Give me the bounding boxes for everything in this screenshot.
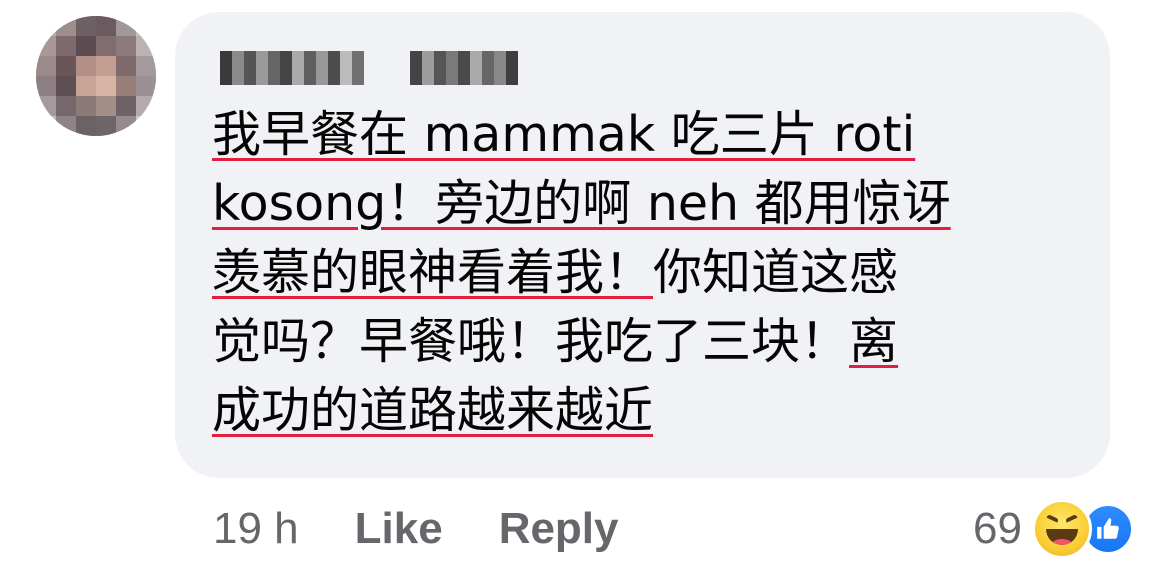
- comment-line: 觉吗？早餐哦！我吃了三块！离: [212, 307, 1092, 376]
- reply-button[interactable]: Reply: [499, 504, 619, 554]
- spellcheck-underlined-text: 成功的道路越来越近: [212, 382, 654, 439]
- comment-line: 羡慕的眼神看着我！你知道这感: [212, 238, 1092, 307]
- timestamp[interactable]: 19 h: [213, 504, 299, 554]
- reaction-summary[interactable]: 69: [973, 499, 1134, 559]
- comment-line: kosong！旁边的啊 neh 都用惊讶: [212, 169, 1092, 238]
- author-name-redacted[interactable]: [220, 51, 518, 85]
- comment-line: 成功的道路越来越近: [212, 376, 1092, 445]
- comment-actions: 19 h Like Reply: [213, 500, 675, 558]
- comment-text: 我早餐在 mammak 吃三片 roti kosong！旁边的啊 neh 都用惊…: [212, 100, 1092, 445]
- avatar[interactable]: [36, 16, 156, 136]
- comment-container: 我早餐在 mammak 吃三片 roti kosong！旁边的啊 neh 都用惊…: [0, 0, 1170, 571]
- spellcheck-underlined-text: 我早餐在 mammak 吃三片 roti: [212, 106, 916, 163]
- comment-line: 我早餐在 mammak 吃三片 roti: [212, 100, 1092, 169]
- comment-plain-text: 你知道这感: [653, 244, 899, 301]
- haha-icon: [1032, 499, 1092, 559]
- like-button[interactable]: Like: [355, 504, 443, 554]
- spellcheck-underlined-text: 羡慕的眼神看着我！: [212, 244, 654, 301]
- spellcheck-underlined-text: kosong！旁边的啊 neh 都用惊讶: [212, 175, 951, 232]
- spellcheck-underlined-text: 离: [849, 313, 899, 370]
- comment-plain-text: 觉吗？早餐哦！我吃了三块！: [212, 313, 850, 370]
- reaction-count[interactable]: 69: [973, 504, 1022, 554]
